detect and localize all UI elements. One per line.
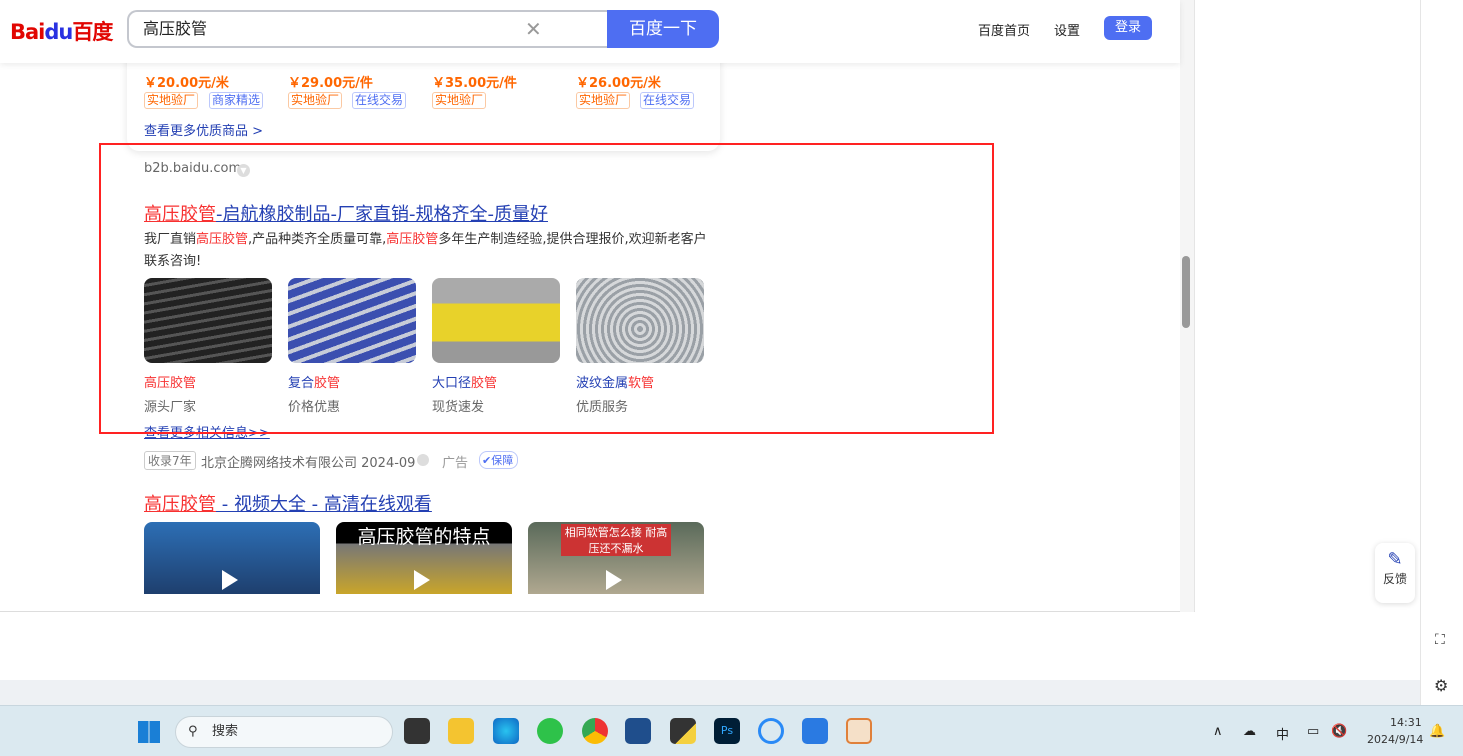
photoshop-icon[interactable]: Ps — [714, 718, 740, 744]
input-language[interactable]: 中 — [1276, 724, 1289, 743]
screenshot-icon[interactable]: ⛶ — [1435, 632, 1445, 648]
upload-app-icon[interactable] — [802, 718, 828, 744]
video-thumbnail[interactable]: 相同软管怎么接 耐高压还不漏水 — [528, 522, 704, 594]
scrollbar-thumb[interactable] — [1182, 256, 1190, 328]
baidu-logo[interactable]: Baidu百度 — [10, 16, 113, 46]
feedback-button[interactable]: ✎ 反馈 — [1375, 543, 1415, 603]
nav-home-link[interactable]: 百度首页 — [978, 20, 1030, 39]
search-icon: ⚲ — [188, 724, 198, 739]
search-header: Baidu百度 高压胶管 ✕ 百度一下 百度首页 设置 登录 — [0, 0, 1180, 63]
clock-date[interactable]: 2024/9/14 — [1367, 733, 1423, 746]
store-icon[interactable] — [625, 718, 651, 744]
window-bottom — [0, 680, 1420, 705]
product-tag: 实地验厂 — [144, 92, 199, 109]
ad-label: 广告 — [442, 456, 469, 471]
video-thumbnail[interactable] — [144, 522, 320, 594]
volume-mute-icon[interactable]: 🔇 — [1331, 724, 1347, 739]
play-icon — [606, 570, 622, 590]
file-explorer-icon[interactable] — [448, 718, 474, 744]
clear-icon[interactable]: ✕ — [525, 17, 542, 41]
dropdown-icon[interactable] — [417, 454, 429, 466]
network-offline-icon[interactable]: ☁ — [1243, 724, 1256, 739]
wechat-icon[interactable] — [537, 718, 563, 744]
product-tag: 商家精选 — [209, 92, 264, 109]
ad-company: 北京企腾网络技术有限公司 2024-09 — [201, 456, 416, 471]
browser-sidebar: ⛶ ⚙ — [1420, 0, 1463, 705]
edge-icon[interactable] — [493, 718, 519, 744]
product-tag: 在线交易 — [352, 92, 407, 109]
clock-time[interactable]: 14:31 — [1390, 716, 1422, 729]
product-tag: 实地验厂 — [288, 92, 343, 109]
shield-icon: ✔ — [482, 454, 492, 467]
chrome-icon[interactable] — [582, 718, 608, 744]
search-button[interactable]: 百度一下 — [607, 10, 719, 48]
thumbnail-caption: 高压胶管的特点 — [357, 526, 491, 548]
tray-chevron-icon[interactable]: ∧ — [1213, 724, 1223, 739]
task-view-icon[interactable] — [404, 718, 430, 744]
product-price: ￥26.00元/米 — [576, 76, 661, 91]
nav-settings-link[interactable]: 设置 — [1054, 20, 1080, 39]
display-icon[interactable]: ▭ — [1307, 724, 1319, 739]
sticky-notes-icon[interactable] — [670, 718, 696, 744]
play-icon — [414, 570, 430, 590]
play-icon — [222, 570, 238, 590]
video-thumbnail[interactable]: 高压胶管的特点 — [336, 522, 512, 594]
gear-icon[interactable]: ⚙ — [1434, 676, 1448, 695]
highlight-box — [99, 143, 994, 434]
thumbnail-caption: 相同软管怎么接 耐高压还不漏水 — [561, 524, 671, 556]
indexed-badge: 收录7年 — [144, 451, 196, 470]
product-price: ￥35.00元/件 — [432, 76, 517, 91]
product-price: ￥29.00元/件 — [288, 76, 373, 91]
windows-start-icon[interactable] — [138, 721, 160, 743]
product-price: ￥20.00元/米 — [144, 76, 229, 91]
notification-bell-icon[interactable]: 🔔 — [1429, 724, 1445, 739]
taskbar-search[interactable]: ⚲ 搜索 — [175, 716, 393, 748]
video-title-link[interactable]: 高压胶管 - 视频大全 - 高清在线观看 — [144, 490, 432, 516]
guarantee-badge[interactable]: ✔保障 — [479, 451, 519, 469]
more-products-link[interactable]: 查看更多优质商品 > — [144, 120, 263, 139]
pen-icon: ✎ — [1387, 549, 1403, 570]
product-tag: 实地验厂 — [432, 92, 487, 109]
product-tag: 在线交易 — [640, 92, 695, 109]
chat-icon[interactable] — [758, 718, 784, 744]
product-tag: 实地验厂 — [576, 92, 631, 109]
image-app-icon[interactable] — [846, 718, 872, 744]
login-button[interactable]: 登录 — [1104, 16, 1152, 40]
taskbar: ⚲ 搜索 Ps ∧ ☁ 中 ▭ 🔇 14:31 2024/9/14 🔔 — [0, 705, 1463, 756]
